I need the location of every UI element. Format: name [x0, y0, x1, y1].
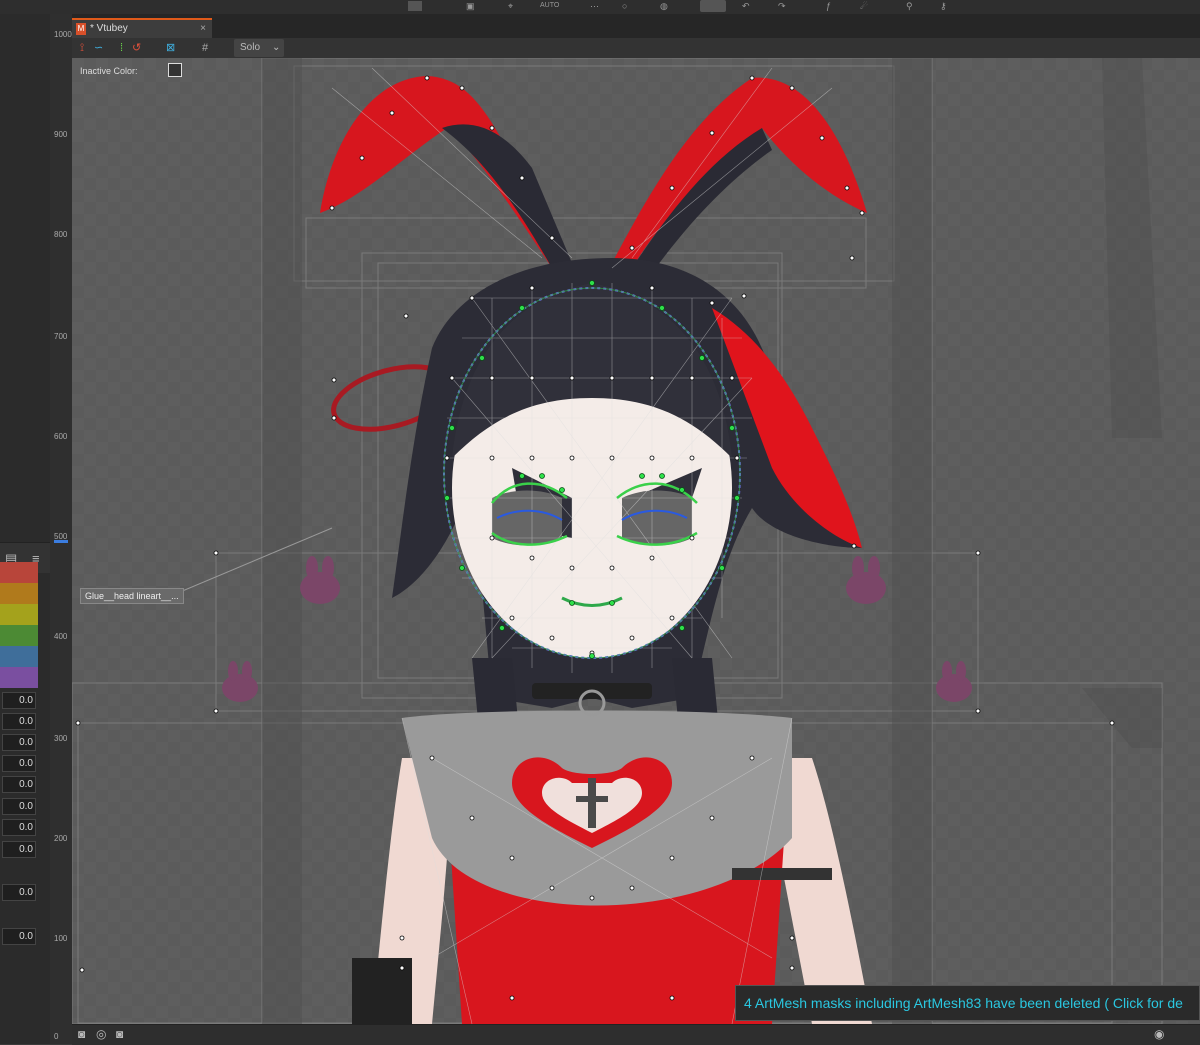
multi-camera-icon[interactable]: ◎ — [96, 1027, 106, 1041]
toolbar-icon-12[interactable]: ⚷ — [940, 1, 947, 11]
mesh-view-icon[interactable]: ⊠ — [166, 41, 175, 55]
model-artwork[interactable] — [72, 58, 1200, 1024]
toolbar-icon-10[interactable]: ☄ — [860, 1, 868, 11]
solo-dropdown[interactable]: Solo ⌄ — [234, 39, 284, 57]
toolbar-icon-5[interactable]: ○ — [622, 1, 627, 11]
notification-toast[interactable]: 4 ArtMesh masks including ArtMesh83 have… — [735, 985, 1200, 1021]
glue-tooltip: Glue__head lineart__... — [80, 588, 184, 604]
solo-label: Solo — [240, 42, 261, 53]
param-value-10[interactable]: 0.0 — [2, 928, 36, 945]
ruler-tick-100: 100 — [54, 934, 68, 943]
param-value-3[interactable]: 0.0 — [2, 734, 36, 751]
grid-icon[interactable]: # — [202, 41, 208, 55]
ruler-tick-800: 800 — [54, 230, 68, 239]
deformer-tool-icon[interactable]: ⟟ — [80, 41, 84, 55]
tab-title: * Vtubey — [90, 23, 128, 34]
body — [352, 683, 872, 1024]
color-swatch-blue[interactable] — [0, 646, 38, 667]
toolbar-icon-11[interactable]: ⚲ — [906, 1, 913, 11]
canvas-viewport[interactable]: Inactive Color: Glue__head lineart__... — [72, 58, 1200, 1024]
top-toolbar: ▣ ⌖ AUTO ⋯ ○ ◍ ↶ ↷ ƒ ☄ ⚲ ⚷ — [0, 0, 1200, 15]
ruler-tick-0: 0 — [54, 1032, 59, 1041]
toolbar-icon-9[interactable]: ƒ — [826, 1, 831, 11]
camera-settings-icon[interactable]: ◙ — [116, 1027, 123, 1041]
ruler-tick-300: 300 — [54, 734, 68, 743]
camera-icon[interactable]: ◙ — [78, 1027, 85, 1041]
left-panel-upper — [0, 14, 50, 519]
param-value-1[interactable]: 0.0 — [2, 692, 36, 709]
toolbar-icon-4[interactable]: ⋯ — [590, 1, 599, 11]
param-value-7[interactable]: 0.0 — [2, 819, 36, 836]
param-value-8[interactable]: 0.0 — [2, 841, 36, 858]
bottom-status-bar: ◙ ◎ ◙ ◉ — [72, 1024, 1200, 1045]
param-value-6[interactable]: 0.0 — [2, 798, 36, 815]
ruler-tick-1000: 1000 — [54, 30, 72, 39]
tab-vtubey[interactable]: M * Vtubey × — [72, 18, 212, 38]
toolbar-icon-3[interactable]: ⌖ — [508, 1, 513, 11]
param-value-4[interactable]: 0.0 — [2, 755, 36, 772]
auto-button[interactable]: AUTO — [540, 1, 559, 11]
param-value-2[interactable]: 0.0 — [2, 713, 36, 730]
color-swatch-purple[interactable] — [0, 667, 38, 688]
view-toolstrip: ⟟ ∽ ⁞ ↺ ⊠ # Solo ⌄ — [72, 38, 1200, 59]
inactive-color-label: Inactive Color: — [80, 66, 138, 76]
color-swatch-orange[interactable] — [0, 583, 38, 604]
toolbar-icon-7[interactable]: ↶ — [742, 1, 750, 11]
reset-tool-icon[interactable]: ↺ — [132, 41, 141, 55]
vertical-ruler: 1000 900 800 700 600 500 400 300 200 100… — [50, 14, 73, 1044]
toolbar-icon-2[interactable]: ▣ — [466, 1, 475, 11]
param-value-9[interactable]: 0.0 — [2, 884, 36, 901]
notification-text: 4 ArtMesh masks including ArtMesh83 have… — [744, 995, 1183, 1011]
color-swatch-yellow[interactable] — [0, 604, 38, 625]
glue-tool-icon[interactable]: ⁞ — [120, 41, 123, 55]
color-swatch-green[interactable] — [0, 625, 38, 646]
link-tool-icon[interactable]: ∽ — [94, 41, 103, 55]
model-file-icon: M — [76, 23, 86, 35]
document-tab-bar: M * Vtubey × — [72, 14, 1200, 38]
param-value-5[interactable]: 0.0 — [2, 776, 36, 793]
ruler-highlight — [54, 540, 68, 543]
circle-icon[interactable]: ◉ — [1154, 1027, 1164, 1041]
chevron-down-icon: ⌄ — [272, 42, 281, 53]
ruler-tick-700: 700 — [54, 332, 68, 341]
ruler-tick-400: 400 — [54, 632, 68, 641]
toolbar-icon-8[interactable]: ↷ — [778, 1, 786, 11]
left-panel: ▤ ≡ 0.0 0.0 0.0 0.0 0.0 0.0 0.0 0.0 0.0 … — [0, 14, 50, 1044]
toolbar-icon-selected[interactable] — [700, 0, 726, 12]
color-swatch-red[interactable] — [0, 562, 38, 583]
ruler-tick-900: 900 — [54, 130, 68, 139]
ruler-tick-200: 200 — [54, 834, 68, 843]
bunny-ears — [320, 76, 867, 273]
toolbar-icon-6[interactable]: ◍ — [660, 1, 668, 11]
ruler-tick-600: 600 — [54, 432, 68, 441]
close-icon[interactable]: × — [200, 20, 206, 38]
toolbar-icon-1[interactable] — [408, 1, 422, 11]
inactive-color-swatch[interactable] — [168, 63, 182, 77]
